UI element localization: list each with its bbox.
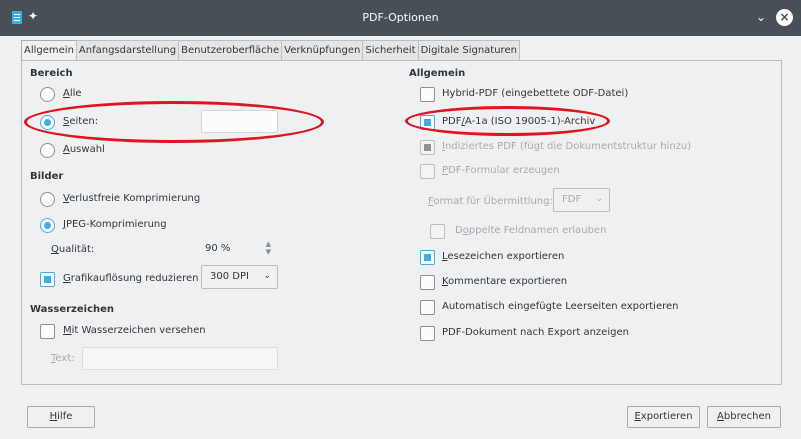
qualitaet-label: Qualität: (51, 244, 95, 255)
wasserzeichen-text-input[interactable] (82, 347, 278, 370)
tab-benutzeroberflaeche[interactable]: Benutzeroberfläche (178, 40, 283, 61)
tab-digitale-signaturen[interactable]: Digitale Signaturen (417, 40, 520, 61)
kommentare-checkbox[interactable] (420, 275, 435, 290)
doppelte-checkbox[interactable] (430, 224, 445, 239)
exportieren-button[interactable]: Exportieren (627, 406, 700, 428)
spin-arrows-icon[interactable]: ▲ ▼ (266, 240, 271, 256)
jpeg-radio[interactable] (40, 218, 55, 233)
bilder-heading: Bilder (30, 171, 64, 182)
wasserzeichen-label: Mit Wasserzeichen versehen (63, 325, 206, 336)
text-label: Text: (51, 353, 75, 364)
aufloesung-checkbox[interactable] (40, 272, 55, 287)
formular-checkbox[interactable] (420, 164, 435, 179)
hybrid-checkbox[interactable] (420, 87, 435, 102)
aufloesung-label: Grafikauflösung reduzieren (63, 273, 199, 284)
lesezeichen-checkbox[interactable] (420, 250, 435, 265)
alle-radio[interactable] (40, 87, 55, 102)
auswahl-label: Auswahl (63, 144, 105, 155)
verlustfrei-label: Verlustfreie Komprimierung (63, 193, 201, 204)
leerseiten-checkbox[interactable] (420, 300, 435, 315)
tab-sicherheit[interactable]: Sicherheit (362, 40, 419, 61)
qualitaet-spinbox[interactable]: 90 % ▲ ▼ (196, 237, 278, 260)
tab-anfangsdarstellung[interactable]: Anfangsdarstellung (75, 40, 180, 61)
auswahl-radio[interactable] (40, 143, 55, 158)
wasserzeichen-heading: Wasserzeichen (30, 304, 115, 315)
tab-bar: Allgemein Anfangsdarstellung Benutzerobe… (21, 40, 520, 62)
indiziert-label: Indiziertes PDF (fügt die Dokumentstrukt… (442, 141, 692, 152)
hilfe-button[interactable]: Hilfe (27, 406, 95, 428)
chevron-down-icon[interactable]: ⌄ (756, 10, 770, 24)
pdfa-label: PDF/A-1a (ISO 19005-1)-Archiv (442, 116, 596, 127)
allgemein-heading: Allgemein (409, 68, 466, 79)
lesezeichen-label: Lesezeichen exportieren (442, 251, 565, 262)
leerseiten-label: Automatisch eingefügte Leerseiten export… (442, 301, 679, 312)
verlustfrei-radio[interactable] (40, 192, 55, 207)
window-title: PDF-Optionen (362, 11, 439, 24)
jpeg-label: JPEG-Komprimierung (63, 219, 167, 230)
kommentare-label: Kommentare exportieren (442, 276, 568, 287)
chevron-down-icon: ⌄ (263, 271, 271, 281)
aufloesung-dropdown[interactable]: 300 DPI ⌄ (201, 265, 278, 289)
format-label: Format für Übermittlung: (428, 196, 553, 207)
tab-verknuepfungen[interactable]: Verknüpfungen (281, 40, 364, 61)
bereich-heading: Bereich (30, 68, 73, 79)
pdfa-checkbox[interactable] (420, 115, 435, 130)
chevron-down-icon: ⌄ (595, 194, 603, 204)
wasserzeichen-checkbox[interactable] (40, 324, 55, 339)
doppelte-label: Doppelte Feldnamen erlauben (455, 225, 607, 236)
seiten-radio[interactable] (40, 115, 55, 130)
seiten-label: Seiten: (63, 116, 99, 127)
seiten-input[interactable] (201, 110, 278, 133)
title-bar: ✦ PDF-Optionen ⌄ × (0, 0, 801, 36)
format-dropdown[interactable]: FDF ⌄ (553, 188, 610, 212)
hybrid-label: Hybrid-PDF (eingebettete ODF-Datei) (442, 88, 629, 99)
formular-label: PDF-Formular erzeugen (442, 165, 560, 176)
close-icon[interactable]: × (776, 9, 793, 26)
anzeigen-label: PDF-Dokument nach Export anzeigen (442, 327, 629, 338)
tab-allgemein[interactable]: Allgemein (21, 40, 77, 62)
indiziert-checkbox[interactable] (420, 140, 435, 155)
abbrechen-button[interactable]: Abbrechen (707, 406, 781, 428)
anzeigen-checkbox[interactable] (420, 326, 435, 341)
alle-label: Alle (63, 88, 82, 99)
